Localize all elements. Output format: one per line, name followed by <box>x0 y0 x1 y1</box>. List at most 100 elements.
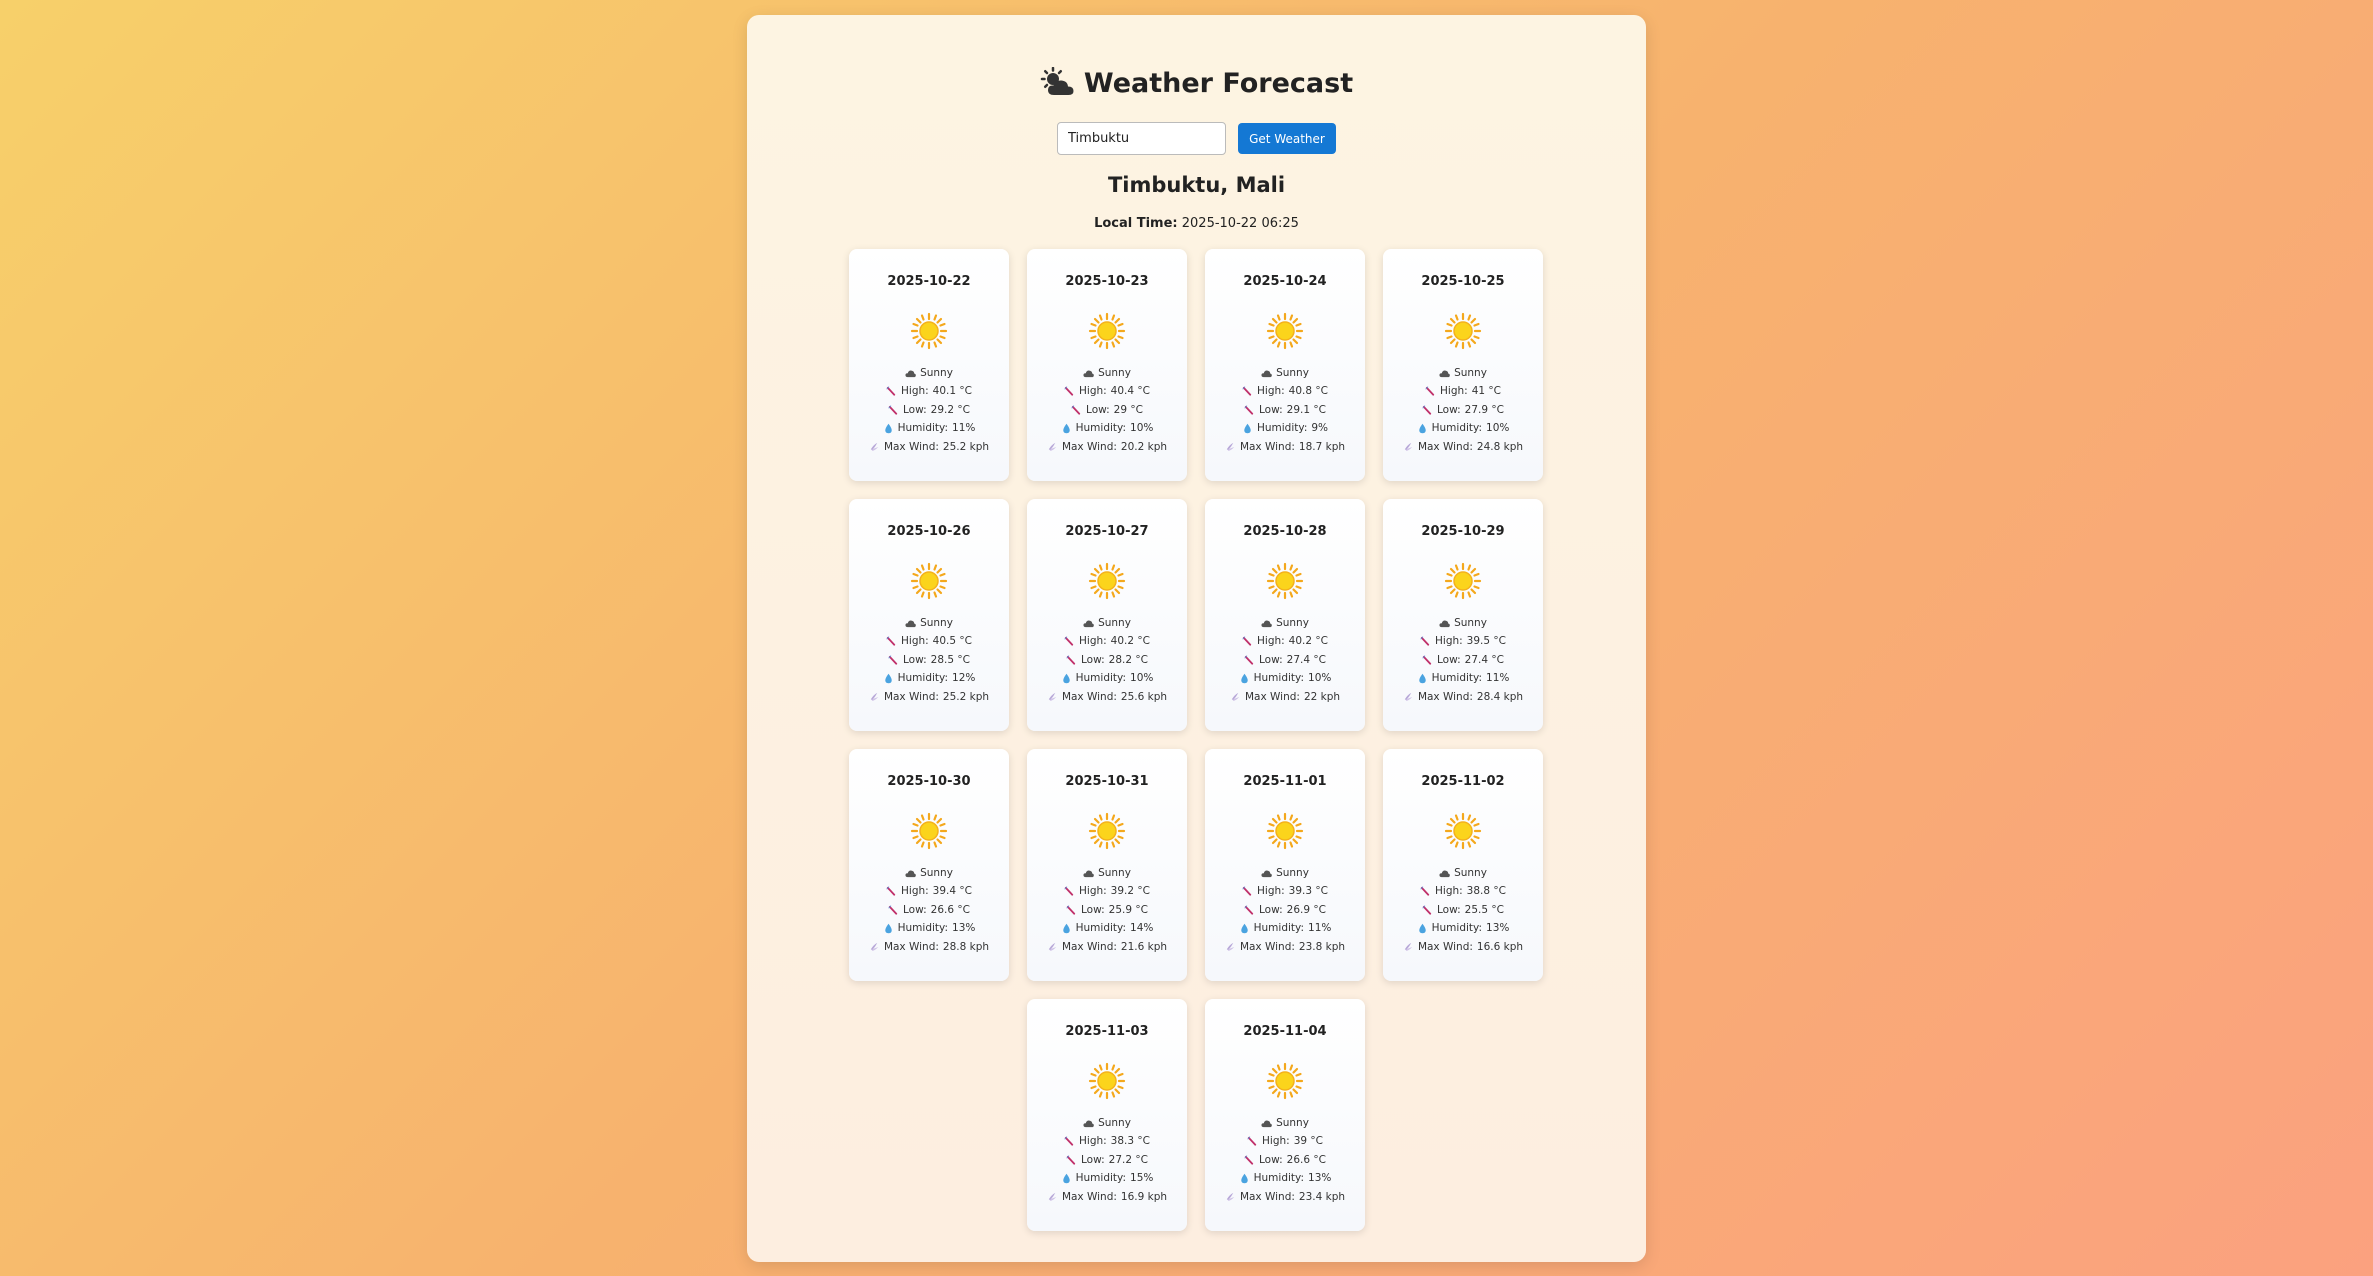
humidity-label: Humidity: <box>897 922 949 935</box>
low-temp-row: Low: 26.9 °C <box>1205 901 1365 919</box>
humidity-label: Humidity: <box>1431 672 1483 685</box>
wind-row: Max Wind: 23.4 kph <box>1205 1188 1365 1206</box>
wind-row: Max Wind: 25.2 kph <box>849 438 1009 456</box>
forecast-card: 2025-11-02 Sunny High: 38.8 °C Low: 25.5… <box>1383 749 1543 981</box>
high-value: 40.2 °C <box>1288 635 1328 648</box>
wind-row: Max Wind: 16.9 kph <box>1027 1188 1187 1206</box>
wind-icon <box>1404 443 1413 452</box>
humidity-value: 11% <box>952 422 976 435</box>
droplet-icon <box>1062 923 1070 934</box>
low-label: Low: <box>1081 1153 1105 1166</box>
humidity-label: Humidity: <box>897 672 949 685</box>
high-label: High: <box>1435 635 1463 648</box>
high-value: 39.4 °C <box>932 885 972 898</box>
weather-panel: Weather Forecast Get Weather Timbuktu, M… <box>747 15 1646 1262</box>
forecast-details: Sunny High: 40.8 °C Low: 29.1 °C Humidit… <box>1205 364 1365 456</box>
droplet-icon <box>1418 423 1426 434</box>
droplet-icon <box>1062 423 1070 434</box>
thermometer-icon <box>1244 654 1254 665</box>
high-value: 40.4 °C <box>1110 385 1150 398</box>
low-temp-row: Low: 26.6 °C <box>1205 1151 1365 1169</box>
cloud-icon <box>1083 370 1094 377</box>
wind-value: 25.2 kph <box>942 440 990 453</box>
high-value: 40.5 °C <box>932 635 972 648</box>
wind-icon <box>1048 693 1057 702</box>
search-bar: Get Weather <box>747 122 1646 155</box>
wind-label: Max Wind: <box>1244 690 1300 703</box>
humidity-value: 14% <box>1130 922 1154 935</box>
cloud-icon <box>1439 370 1450 377</box>
sun-icon <box>910 312 948 350</box>
wind-icon <box>1231 693 1240 702</box>
humidity-label: Humidity: <box>1075 422 1127 435</box>
humidity-row: Humidity: 11% <box>1383 669 1543 687</box>
low-value: 29.1 °C <box>1286 403 1326 416</box>
high-value: 39 °C <box>1293 1135 1323 1148</box>
forecast-details: Sunny High: 40.1 °C Low: 29.2 °C Humidit… <box>849 364 1009 456</box>
low-label: Low: <box>903 653 927 666</box>
droplet-icon <box>884 423 892 434</box>
thermometer-icon <box>1244 1154 1254 1165</box>
humidity-row: Humidity: 10% <box>1383 419 1543 437</box>
forecast-details: Sunny High: 39.4 °C Low: 26.6 °C Humidit… <box>849 864 1009 956</box>
cloud-icon <box>1083 870 1094 877</box>
forecast-card: 2025-11-03 Sunny High: 38.3 °C Low: 27.2… <box>1027 999 1187 1231</box>
high-label: High: <box>1079 1135 1107 1148</box>
wind-row: Max Wind: 23.8 kph <box>1205 938 1365 956</box>
wind-label: Max Wind: <box>1417 440 1473 453</box>
high-temp-row: High: 40.4 °C <box>1027 382 1187 400</box>
wind-value: 16.9 kph <box>1120 1190 1168 1203</box>
forecast-date: 2025-11-02 <box>1421 774 1505 789</box>
thermometer-icon <box>1064 386 1074 396</box>
forecast-date: 2025-10-29 <box>1421 524 1505 539</box>
wind-label: Max Wind: <box>1061 690 1117 703</box>
high-label: High: <box>901 885 929 898</box>
local-time-value: 2025-10-22 06:25 <box>1181 216 1299 231</box>
get-weather-button[interactable]: Get Weather <box>1238 123 1336 154</box>
condition-row: Sunny <box>1027 864 1187 882</box>
city-search-input[interactable] <box>1057 122 1226 155</box>
low-label: Low: <box>1259 403 1283 416</box>
forecast-details: Sunny High: 39.2 °C Low: 25.9 °C Humidit… <box>1027 864 1187 956</box>
thermometer-icon <box>1425 386 1435 396</box>
wind-row: Max Wind: 28.8 kph <box>849 938 1009 956</box>
thermometer-icon <box>888 404 898 415</box>
low-label: Low: <box>903 403 927 416</box>
title-text: Weather Forecast <box>1083 67 1354 99</box>
high-value: 40.8 °C <box>1288 385 1328 398</box>
humidity-value: 13% <box>1486 922 1510 935</box>
wind-row: Max Wind: 18.7 kph <box>1205 438 1365 456</box>
thermometer-icon <box>886 636 896 646</box>
forecast-details: Sunny High: 41 °C Low: 27.9 °C Humidity:… <box>1383 364 1543 456</box>
wind-icon <box>1226 943 1235 952</box>
thermometer-icon <box>1066 654 1076 665</box>
low-label: Low: <box>1081 653 1105 666</box>
condition-row: Sunny <box>1027 364 1187 382</box>
droplet-icon <box>884 673 892 684</box>
high-label: High: <box>901 635 929 648</box>
low-value: 29.2 °C <box>930 403 970 416</box>
sun-icon <box>1266 562 1304 600</box>
forecast-date: 2025-10-23 <box>1065 274 1149 289</box>
high-label: High: <box>1079 385 1107 398</box>
droplet-icon <box>1240 923 1248 934</box>
high-temp-row: High: 39.2 °C <box>1027 882 1187 900</box>
humidity-label: Humidity: <box>1253 1172 1305 1185</box>
wind-value: 23.8 kph <box>1298 940 1346 953</box>
condition-row: Sunny <box>1383 364 1543 382</box>
humidity-row: Humidity: 10% <box>1205 669 1365 687</box>
forecast-details: Sunny High: 39 °C Low: 26.6 °C Humidity:… <box>1205 1114 1365 1206</box>
cloud-icon <box>1261 620 1272 627</box>
condition-text: Sunny <box>920 367 953 379</box>
low-label: Low: <box>1437 403 1461 416</box>
low-label: Low: <box>1086 403 1110 416</box>
forecast-details: Sunny High: 40.4 °C Low: 29 °C Humidity:… <box>1027 364 1187 456</box>
thermometer-icon <box>1242 636 1252 646</box>
low-value: 25.5 °C <box>1464 903 1504 916</box>
high-label: High: <box>1440 385 1468 398</box>
condition-row: Sunny <box>1383 614 1543 632</box>
low-label: Low: <box>903 903 927 916</box>
condition-row: Sunny <box>1205 614 1365 632</box>
thermometer-icon <box>886 886 896 896</box>
low-label: Low: <box>1437 653 1461 666</box>
